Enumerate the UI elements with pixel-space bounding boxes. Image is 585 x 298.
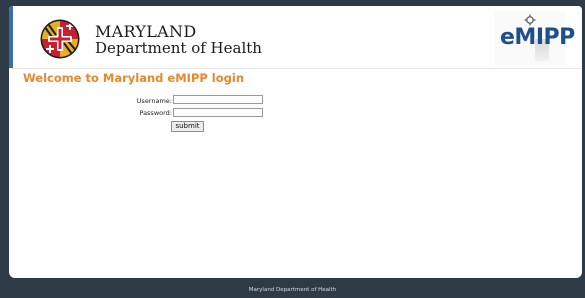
organization-name-line1: MARYLAND bbox=[95, 22, 197, 41]
header: MARYLAND Department of Health eMIPP bbox=[9, 6, 582, 69]
header-accent-bar bbox=[9, 6, 13, 68]
password-input[interactable] bbox=[173, 108, 263, 117]
page-title: Welcome to Maryland eMIPP login bbox=[23, 71, 245, 85]
submit-button[interactable]: submit bbox=[171, 121, 204, 132]
organization-name-line2: Department of Health bbox=[95, 39, 262, 57]
maryland-flag-logo-icon bbox=[40, 19, 80, 59]
organization-name: MARYLAND Department of Health bbox=[95, 23, 262, 57]
footer-text: Maryland Department of Health bbox=[248, 287, 337, 293]
username-label: Username: bbox=[136, 97, 172, 105]
emipp-logo-text: eMIPP bbox=[500, 25, 575, 50]
page-container: MARYLAND Department of Health eMIPP Welc… bbox=[9, 6, 582, 278]
username-input[interactable] bbox=[173, 95, 263, 104]
password-label: Password: bbox=[139, 109, 172, 117]
emipp-logo: eMIPP bbox=[495, 11, 575, 65]
